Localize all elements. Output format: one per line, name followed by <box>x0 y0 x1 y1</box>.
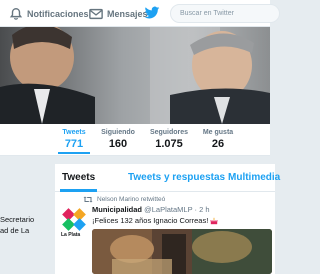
bell-icon <box>9 7 23 20</box>
stat-following-value: 160 <box>108 138 128 150</box>
tab-tweets-and-replies[interactable]: Tweets y respuestas <box>128 172 225 183</box>
retweet-context: Nelson Marino retwitteó <box>83 196 165 203</box>
logo-caption: La Plata <box>61 232 81 238</box>
tweet-author-name[interactable]: Municipalidad <box>92 205 142 214</box>
profile-bio-line: ad de La <box>0 226 30 235</box>
stat-likes-label: Me gusta <box>202 129 234 136</box>
profile-bio-line: Secretario <box>0 215 35 224</box>
stat-tweets[interactable]: Tweets 771 <box>58 129 90 154</box>
search-input[interactable]: Buscar en Twitter <box>170 4 280 23</box>
tweet-author-handle[interactable]: @LaPlataMLP <box>144 205 192 214</box>
nav-notifications[interactable]: Notificaciones <box>9 0 89 27</box>
stat-followers-value: 1.075 <box>155 138 183 150</box>
envelope-icon <box>89 8 103 19</box>
profile-bio: Secretario ad de La <box>0 214 34 236</box>
stat-tweets-value: 771 <box>64 138 84 150</box>
top-navigation-bar: Notificaciones Mensajes Buscar en Twitte… <box>0 0 280 27</box>
nav-messages-label: Mensajes <box>107 8 148 19</box>
stat-tweets-label: Tweets <box>62 129 86 136</box>
retweet-icon <box>83 196 93 203</box>
stat-likes[interactable]: Me gusta 26 <box>200 129 236 150</box>
stat-following[interactable]: Siguiendo 160 <box>99 129 137 150</box>
retweet-context-text: Nelson Marino retwitteó <box>97 196 166 203</box>
timeline-tabs: Tweets Tweets y respuestas Multimedia <box>55 164 280 192</box>
tweet-timestamp[interactable]: · 2 h <box>195 205 210 214</box>
tab-tweets[interactable]: Tweets <box>59 172 98 192</box>
tab-media[interactable]: Multimedia <box>228 172 280 183</box>
header-photo <box>0 27 270 124</box>
tweet-text-row: ¡Felices 132 años Ignacio Correas! <box>92 216 218 225</box>
nav-messages[interactable]: Mensajes <box>89 0 148 27</box>
stat-likes-value: 26 <box>211 138 225 150</box>
tweet-header: Municipalidad @LaPlataMLP · 2 h <box>92 205 210 214</box>
municipality-logo-avatar[interactable] <box>62 208 86 234</box>
profile-sidebar: Secretario ad de La <box>0 156 50 269</box>
tweet-media-image[interactable] <box>92 229 272 274</box>
birthday-cake-emoji-icon <box>210 217 218 224</box>
stat-following-label: Siguiendo <box>101 129 135 136</box>
profile-stats-bar: Tweets 771 Siguiendo 160 Seguidores 1.07… <box>0 124 270 156</box>
search-placeholder: Buscar en Twitter <box>180 10 234 17</box>
twitter-bird-icon[interactable] <box>144 5 160 21</box>
stat-followers-label: Seguidores <box>149 129 189 136</box>
tweet-text: ¡Felices 132 años Ignacio Correas! <box>92 216 209 225</box>
timeline: Tweets Tweets y respuestas Multimedia Ne… <box>55 164 280 274</box>
stat-followers[interactable]: Seguidores 1.075 <box>148 129 190 150</box>
nav-notifications-label: Notificaciones <box>27 8 89 19</box>
profile-header-image <box>0 27 270 124</box>
